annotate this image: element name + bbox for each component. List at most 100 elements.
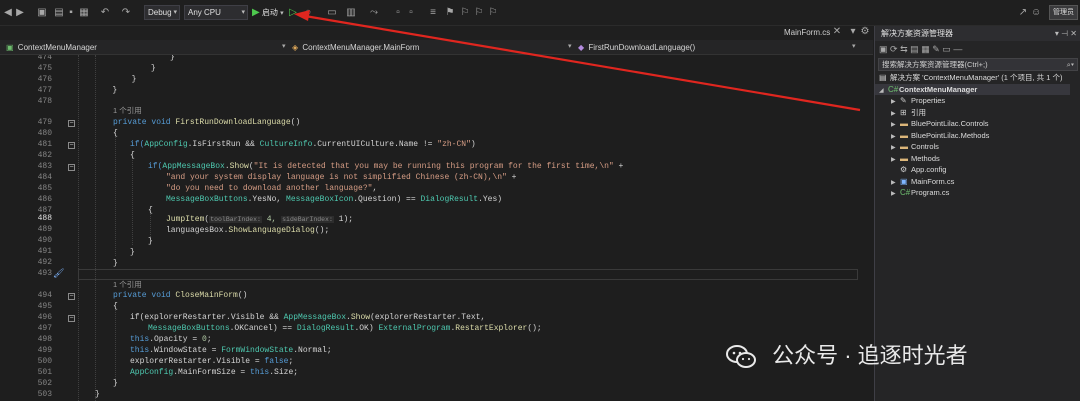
collapse-icon[interactable]: − <box>68 164 75 171</box>
save-icon[interactable]: ▪ <box>66 6 76 20</box>
chevron-down-icon: ▾ <box>568 43 572 50</box>
redo-icon[interactable]: ↷ <box>120 6 132 20</box>
code-token: 1); <box>333 215 354 224</box>
toggle-icon[interactable]: ▫ <box>392 6 404 20</box>
switch-views-icon[interactable]: ⟳ <box>890 44 898 54</box>
back-icon[interactable]: ◀ <box>2 6 14 20</box>
tree-item-file[interactable]: ⚙ App.config <box>900 164 946 176</box>
open-folder-icon[interactable]: ▤ <box>54 6 64 20</box>
collapse-icon[interactable]: − <box>68 142 75 149</box>
code-line: { <box>130 151 135 160</box>
code-token: 4, <box>261 215 282 224</box>
browse-folder-icon[interactable]: ▭ <box>326 6 338 20</box>
properties-wrench-icon[interactable]: ✎ <box>932 44 940 54</box>
tab-list-icon[interactable]: ▾ <box>848 26 858 38</box>
code-token: explorerRestarter.Visible = <box>130 357 265 366</box>
tree-item-references[interactable]: ▶ ⊞ 引用 <box>891 107 926 119</box>
feedback-icon[interactable]: ☺ <box>1031 6 1041 20</box>
tree-item-folder[interactable]: ▶ ▬ Controls <box>891 141 939 153</box>
chevron-right-icon[interactable]: ▶ <box>891 189 900 201</box>
chevron-right-icon[interactable]: ▶ <box>891 155 900 167</box>
tree-item-project[interactable]: ◢ C#ContextMenuManager <box>875 83 1071 98</box>
method-icon: ◆ <box>578 43 585 52</box>
tree-item-folder[interactable]: ▶ ▬ BluePointLilac.Controls <box>891 118 989 130</box>
code-token: .Yes) <box>478 195 503 204</box>
code-token: languagesBox. <box>166 226 229 235</box>
collapse-icon[interactable]: − <box>68 120 75 127</box>
collapse-all-icon[interactable]: ▤ <box>910 44 919 54</box>
code-token: .Opacity = <box>149 335 203 344</box>
tree-item-solution[interactable]: ▤ 解决方案 'ContextMenuManager' (1 个项目, 共 1 个… <box>879 72 1079 84</box>
panel-controls[interactable]: ▾ ⊣ ✕ <box>1055 26 1077 41</box>
solution-icon: ▤ <box>879 73 887 82</box>
tree-item-properties[interactable]: ▶ ✎ Properties <box>891 95 945 107</box>
bookmark-icon[interactable]: ⚑ <box>445 6 455 20</box>
code-token: private void <box>113 118 176 127</box>
code-token: this <box>130 335 150 344</box>
class-dropdown[interactable]: ◈ ContextMenuManager.MainForm <box>292 41 562 54</box>
codelens-references[interactable]: 1 个引用 <box>113 279 142 290</box>
code-line: languagesBox.ShowLanguageDialog(); <box>166 225 329 236</box>
collapse-icon[interactable]: − <box>68 293 75 300</box>
code-line: if(AppMessageBox.Show("It is detected th… <box>148 161 623 172</box>
folder-icon: ▬ <box>900 153 908 163</box>
search-placeholder: 搜索解决方案资源管理器(Ctrl+;) <box>882 60 988 69</box>
bookmark-prev-icon[interactable]: ⚐ <box>460 6 470 20</box>
preview-icon[interactable]: ▭ <box>942 44 951 54</box>
code-token: CultureInfo <box>259 140 313 149</box>
code-token: .IsFirstRun && <box>187 140 260 149</box>
comment-icon[interactable]: ≡ <box>428 6 438 20</box>
code-token: .Question) == <box>353 195 421 204</box>
undo-icon[interactable]: ↶ <box>99 6 111 20</box>
project-label: ContextMenuManager <box>17 43 97 52</box>
code-line: } <box>74 75 137 84</box>
bookmark-next-icon[interactable]: ⚐ <box>474 6 484 20</box>
save-all-icon[interactable]: ▦ <box>78 6 90 20</box>
sync-icon[interactable]: ⇆ <box>900 44 908 54</box>
chevron-down-icon: ▾ <box>173 9 177 16</box>
collapse-icon[interactable]: − <box>68 315 75 322</box>
tree-item-label: BluePointLilac.Controls <box>911 119 989 128</box>
show-all-icon[interactable]: ▦ <box>921 44 930 54</box>
settings-icon[interactable]: ⚙ <box>860 26 870 38</box>
tab-mainform[interactable]: MainForm.cs <box>784 27 830 39</box>
start-without-debugging-icon[interactable]: ▷ <box>288 6 298 20</box>
share-icon[interactable]: ↗ <box>1018 6 1028 20</box>
new-project-icon[interactable]: ▣ <box>36 6 48 20</box>
solution-search-input[interactable]: 搜索解决方案资源管理器(Ctrl+;) ⌕▾ <box>878 58 1078 71</box>
project-dropdown[interactable]: ▣ ContextMenuManager <box>6 41 276 54</box>
code-line: } <box>130 248 135 257</box>
close-icon[interactable]: ✕ <box>832 26 842 38</box>
code-line: { <box>113 302 118 311</box>
chevron-down-icon[interactable]: ◢ <box>879 86 888 98</box>
code-token: , <box>372 184 378 193</box>
code-line: MessageBoxButtons.YesNo, MessageBoxIcon.… <box>166 194 502 205</box>
tree-item-folder[interactable]: ▶ ▬ BluePointLilac.Methods <box>891 130 989 142</box>
code-line: } <box>113 259 118 268</box>
toggle-icon[interactable]: ▫ <box>405 6 417 20</box>
start-debugging-button[interactable]: ▶ 启动 ▾ <box>252 5 284 20</box>
tree-item-file[interactable]: ▶ ▣ MainForm.cs <box>891 176 954 188</box>
tree-item-label: Methods <box>911 153 940 163</box>
forward-icon[interactable]: ▶ <box>14 6 26 20</box>
step-icon[interactable]: ⤳ <box>368 6 380 20</box>
chevron-down-icon: ▾ <box>852 43 856 50</box>
more-icon[interactable]: — <box>953 44 962 54</box>
csharp-project-icon: ▣ <box>6 43 14 52</box>
tree-item-folder[interactable]: ▶ ▬ Methods <box>891 153 940 165</box>
home-icon[interactable]: ▣ <box>879 44 888 54</box>
codelens-references[interactable]: 1 个引用 <box>113 105 142 116</box>
platform-select[interactable]: Any CPU ▾ <box>184 5 248 20</box>
solution-scrollbar[interactable] <box>1070 71 1080 401</box>
code-token: FormWindowState <box>221 346 294 355</box>
configuration-select[interactable]: Debug ▾ <box>144 5 180 20</box>
bookmark-clear-icon[interactable]: ⚐ <box>488 6 498 20</box>
tree-item-file[interactable]: ▶ C#Program.cs <box>891 187 949 199</box>
hot-reload-icon[interactable]: ◌ <box>303 6 313 20</box>
window-layout-icon[interactable]: ▥ <box>345 6 357 20</box>
member-dropdown[interactable]: ◆ FirstRunDownloadLanguage() <box>578 41 848 54</box>
tree-item-label: App.config <box>911 165 947 174</box>
code-line: } <box>113 379 118 388</box>
code-token: private void <box>113 291 176 300</box>
code-line: } <box>74 64 156 73</box>
